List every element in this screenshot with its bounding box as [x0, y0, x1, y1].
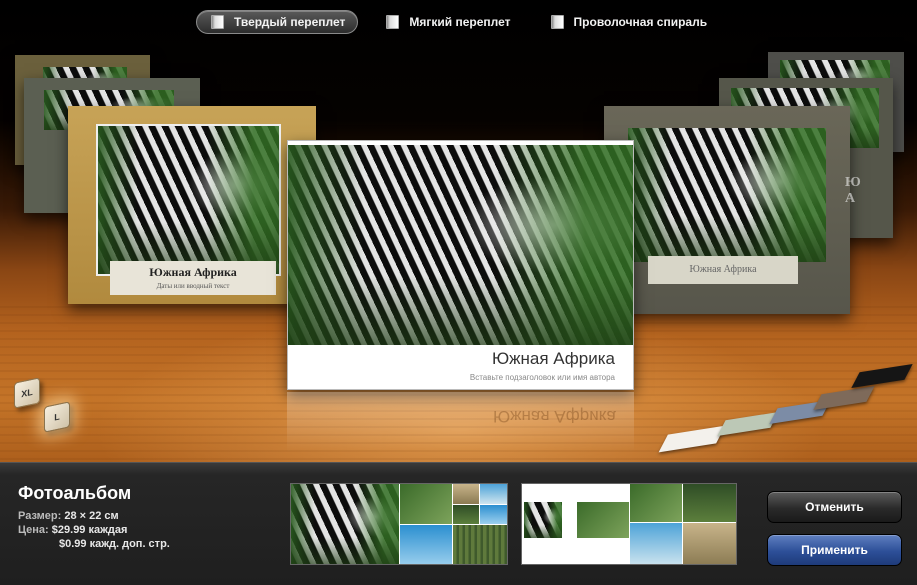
book-icon [211, 15, 224, 29]
cover-photo [96, 124, 281, 276]
right-book-side-text: Ю А [845, 175, 861, 206]
book-icon [386, 15, 400, 29]
thumb-photo [453, 505, 479, 524]
binding-softcover-label: Мягкий переплет [409, 15, 511, 29]
thumb-photo [524, 502, 562, 538]
thumb-photo [453, 484, 479, 504]
thumb-photo [630, 523, 682, 564]
price-value: $29.99 каждая [51, 524, 128, 536]
reflection-title: Южная Африка [492, 407, 616, 426]
left-book-front[interactable]: Южная Африка Даты или вводный текст [68, 106, 316, 304]
selected-book-cover[interactable]: Южная Африка Вставьте подзаголовок или и… [287, 140, 634, 390]
right-book-front[interactable]: Южная Африка [604, 106, 850, 314]
book-icon [550, 15, 564, 29]
size-l-button[interactable]: L [44, 401, 70, 433]
cover-photo [628, 128, 826, 262]
price-label: Цена: [18, 524, 49, 536]
binding-softcover-option[interactable]: Мягкий переплет [372, 10, 522, 34]
main-book-subtitle: Вставьте подзаголовок или имя автора [469, 373, 615, 382]
cancel-button[interactable]: Отменить [767, 491, 902, 523]
thumb-photo [400, 525, 452, 564]
thumb-photo [480, 505, 507, 524]
left-book-title: Южная Африка [149, 265, 237, 279]
cover-title-plate: Южная Африка Даты или вводный текст [110, 261, 276, 295]
inner-pages-thumbnail [521, 483, 737, 565]
thumb-photo [480, 484, 507, 504]
size-value: 28 × 22 см [64, 510, 119, 522]
product-info-panel: Фотоальбом Размер: 28 × 22 см Цена: $29.… [0, 462, 917, 585]
apply-button[interactable]: Применить [767, 534, 902, 566]
right-book-plate: Южная Африка [648, 256, 798, 284]
binding-selector: Твердый переплет Мягкий переплет Проволо… [196, 10, 719, 34]
binding-hardcover-option[interactable]: Твердый переплет [196, 10, 359, 34]
thumb-photo [683, 523, 736, 564]
book-reflection: Южная Африка [287, 392, 634, 452]
cover-preview-thumbnail [290, 483, 508, 565]
binding-wirebound-label: Проволочная спираль [573, 15, 708, 29]
product-title: Фотоальбом [18, 483, 132, 503]
thumb-photo [683, 484, 736, 522]
book-preview-stage: Твердый переплет Мягкий переплет Проволо… [0, 0, 917, 462]
size-xl-button[interactable]: XL [14, 377, 40, 409]
cover-photo [288, 145, 633, 345]
thumb-photo [630, 484, 682, 522]
binding-hardcover-label: Твердый переплет [234, 15, 346, 29]
thumb-photo [453, 525, 507, 564]
thumb-photo [577, 502, 629, 538]
thumb-photo [400, 484, 452, 524]
product-specs: Размер: 28 × 22 см Цена: $29.99 каждая $… [18, 509, 170, 551]
left-book-subtitle: Даты или вводный текст [156, 282, 230, 290]
binding-wirebound-option[interactable]: Проволочная спираль [537, 10, 720, 34]
thumb-photo [291, 484, 399, 564]
main-book-title: Южная Африка [491, 349, 615, 368]
size-label: Размер: [18, 510, 62, 522]
extra-page-price: $0.99 кажд. доп. стр. [59, 538, 170, 550]
